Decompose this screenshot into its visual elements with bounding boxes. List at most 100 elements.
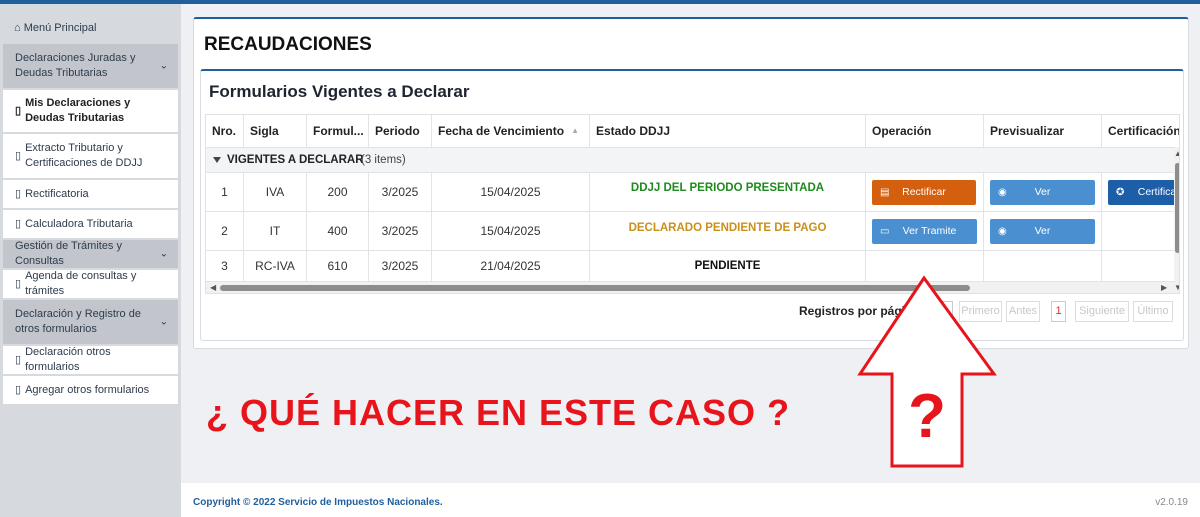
cell-formulario: 610	[307, 251, 369, 282]
sort-up-icon: ▲	[571, 126, 579, 135]
column-header-fecha[interactable]: Fecha de Vencimiento ▲	[432, 115, 590, 147]
table-row: 1 IVA 200 3/2025 15/04/2025 DDJJ DEL PER…	[206, 173, 1174, 212]
sidebar-item-rectificatoria[interactable]: ▯ Rectificatoria	[3, 180, 178, 208]
sidebar-group-declaraciones[interactable]: Declaraciones Juradas y Deudas Tributari…	[3, 44, 178, 88]
sidebar-item-agregar-otros[interactable]: ▯ Agregar otros formularios	[3, 376, 178, 404]
cell-sigla: RC-IVA	[244, 251, 307, 282]
cell-nro: 3	[206, 251, 244, 282]
ver-button[interactable]: ◉ Ver	[990, 219, 1095, 244]
vertical-scrollbar[interactable]: ▲ ▼	[1174, 147, 1179, 293]
award-icon: ✪	[1116, 187, 1125, 198]
column-header-operacion[interactable]: Operación	[866, 115, 984, 147]
eye-icon: ◉	[998, 226, 1007, 237]
cell-fecha: 15/04/2025	[432, 173, 590, 212]
column-header-previsualizar[interactable]: Previsualizar	[984, 115, 1102, 147]
pager-current-page[interactable]: 1	[1051, 301, 1066, 322]
formularios-table: Nro. Sigla Formul... Periodo Fecha de Ve…	[205, 114, 1180, 294]
cell-operacion	[866, 251, 984, 282]
scroll-left-arrow-icon[interactable]: ◀	[210, 283, 216, 292]
cell-nro: 2	[206, 212, 244, 251]
folder-icon: ▭	[880, 226, 890, 237]
sidebar-group-tramites[interactable]: Gestión de Trámites y Consultas ⌄	[3, 240, 178, 268]
cell-estado: DDJJ DEL PERIODO PRESENTADA	[590, 173, 866, 212]
cell-nro: 1	[206, 173, 244, 212]
cell-previsualizar: ◉ Ver	[984, 173, 1102, 212]
group-row-vigentes[interactable]: VIGENTES A DECLARAR (3 items)	[206, 147, 1174, 173]
main-content: RECAUDACIONES Formularios Vigentes a Dec…	[181, 4, 1200, 517]
cell-certificacion: ✪ Certifica	[1102, 173, 1174, 212]
document-icon: ▤	[880, 187, 890, 198]
footer-copyright: Copyright © 2022 Servicio de Impuestos N…	[193, 497, 443, 508]
scroll-down-arrow-icon[interactable]: ▼	[1174, 283, 1179, 292]
sidebar: ⌂ Menú Principal Declaraciones Juradas y…	[0, 4, 181, 517]
sidebar-home-link[interactable]: ⌂ Menú Principal	[14, 22, 96, 34]
table-row: 3 RC-IVA 610 3/2025 21/04/2025 PENDIENTE	[206, 251, 1174, 282]
collapse-triangle-icon[interactable]	[213, 157, 221, 163]
eye-icon: ◉	[998, 187, 1007, 198]
pager-last-button[interactable]: Último	[1133, 301, 1173, 322]
horizontal-scroll-thumb[interactable]	[220, 285, 970, 291]
cell-fecha: 15/04/2025	[432, 212, 590, 251]
table-row: 2 IT 400 3/2025 15/04/2025 DECLARADO PEN…	[206, 212, 1174, 251]
scroll-up-arrow-icon[interactable]: ▲	[1174, 149, 1179, 158]
column-header-certificacion[interactable]: Certificación	[1102, 115, 1179, 147]
pager-next-button[interactable]: Siguiente	[1075, 301, 1129, 322]
pager-label: Registros por página	[799, 304, 920, 318]
cell-previsualizar	[984, 251, 1102, 282]
item-icon: ▯	[15, 149, 22, 162]
item-icon: ▯	[15, 353, 22, 366]
cell-previsualizar: ◉ Ver	[984, 212, 1102, 251]
rectificar-button[interactable]: ▤ Rectificar	[872, 180, 976, 205]
cell-periodo: 3/2025	[369, 251, 432, 282]
home-icon: ⌂	[14, 22, 21, 34]
sidebar-item-declaracion-otros[interactable]: ▯ Declaración otros formularios	[3, 346, 178, 374]
column-header-formulario[interactable]: Formul...	[307, 115, 369, 147]
sidebar-item-extracto[interactable]: ▯ Extracto Tributario y Certificaciones …	[3, 134, 178, 178]
recaudaciones-card: RECAUDACIONES Formularios Vigentes a Dec…	[193, 17, 1189, 349]
column-header-estado[interactable]: Estado DDJJ	[590, 115, 866, 147]
sidebar-item-agenda[interactable]: ▯ Agenda de consultas y trámites	[3, 270, 178, 298]
vertical-scroll-thumb[interactable]	[1175, 163, 1179, 253]
scroll-right-arrow-icon[interactable]: ▶	[1161, 283, 1167, 292]
chevron-down-icon: ⌄	[940, 306, 949, 317]
ver-tramite-button[interactable]: ▭ Ver Tramite	[872, 219, 977, 244]
cell-operacion: ▤ Rectificar	[866, 173, 984, 212]
cell-formulario: 400	[307, 212, 369, 251]
cell-fecha: 21/04/2025	[432, 251, 590, 282]
cell-operacion: ▭ Ver Tramite	[866, 212, 984, 251]
item-icon: ▯	[15, 277, 22, 290]
item-icon: ▯	[15, 187, 22, 200]
footer-version: v2.0.19	[1155, 497, 1188, 508]
annotation-text: ¿ QUÉ HACER EN ESTE CASO ?	[206, 392, 791, 433]
item-icon: ▯	[15, 383, 22, 396]
sidebar-item-calculadora[interactable]: ▯ Calculadora Tributaria	[3, 210, 178, 238]
page-title: RECAUDACIONES	[204, 34, 372, 55]
horizontal-scrollbar[interactable]: ◀ ▶	[206, 282, 1174, 293]
cell-certificacion	[1102, 251, 1174, 282]
cell-sigla: IVA	[244, 173, 307, 212]
column-header-nro[interactable]: Nro.	[206, 115, 244, 147]
sidebar-group-otros-formularios[interactable]: Declaración y Registro de otros formular…	[3, 300, 178, 344]
cell-certificacion	[1102, 212, 1174, 251]
panel-title: Formularios Vigentes a Declarar	[209, 82, 470, 101]
column-header-periodo[interactable]: Periodo	[369, 115, 432, 147]
footer: Copyright © 2022 Servicio de Impuestos N…	[181, 483, 1200, 517]
ver-button[interactable]: ◉ Ver	[990, 180, 1095, 205]
page-size-select[interactable]: 10 ⌄	[913, 301, 953, 322]
pager-first-button[interactable]: Primero	[959, 301, 1002, 322]
pager-prev-button[interactable]: Antes	[1006, 301, 1040, 322]
cell-sigla: IT	[244, 212, 307, 251]
chevron-down-icon: ⌄	[159, 248, 168, 260]
cell-estado: PENDIENTE	[590, 251, 866, 282]
certificacion-button[interactable]: ✪ Certifica	[1108, 180, 1174, 205]
item-icon: ▯	[15, 104, 22, 117]
cell-estado: DECLARADO PENDIENTE DE PAGO	[590, 212, 866, 251]
sidebar-item-mis-declaraciones[interactable]: ▯ Mis Declaraciones y Deudas Tributarias	[3, 90, 178, 132]
cell-periodo: 3/2025	[369, 173, 432, 212]
formularios-panel: Formularios Vigentes a Declarar Nro. Sig…	[200, 69, 1184, 341]
chevron-down-icon: ⌄	[159, 316, 168, 328]
chevron-down-icon: ⌄	[159, 60, 168, 72]
column-header-sigla[interactable]: Sigla	[244, 115, 307, 147]
item-icon: ▯	[15, 217, 22, 230]
cell-formulario: 200	[307, 173, 369, 212]
